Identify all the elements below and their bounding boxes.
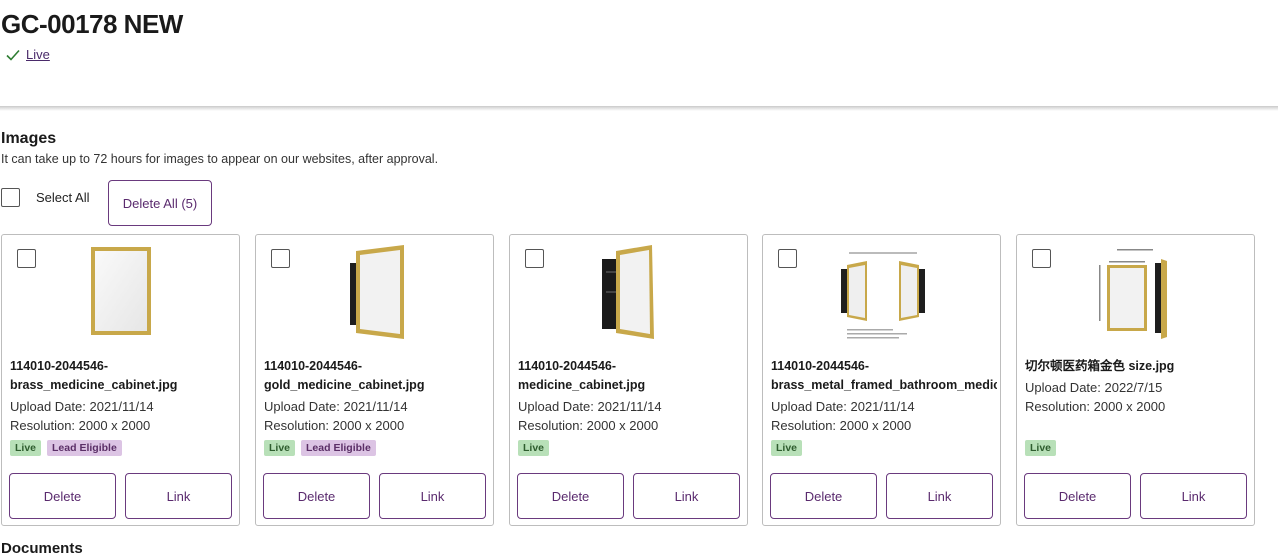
upload-date: Upload Date: 2021/11/14 (10, 399, 154, 414)
link-button[interactable]: Link (379, 473, 486, 519)
documents-section-title: Documents (1, 540, 83, 557)
medicine-cabinet-front-icon (91, 247, 151, 335)
file-name-line-1: 114010-2044546- (518, 359, 617, 373)
select-all-label: Select All (36, 190, 90, 205)
delete-button[interactable]: Delete (263, 473, 370, 519)
delete-all-button[interactable]: Delete All (5) (108, 180, 212, 226)
link-button[interactable]: Link (1140, 473, 1247, 519)
badge-row: Live (1025, 440, 1057, 456)
medicine-cabinet-diagram-icon (841, 252, 925, 339)
file-name-line-1: 114010-2044546- (10, 359, 109, 373)
file-name-line-1: 切尔顿医药箱金色 size.jpg (1025, 359, 1175, 373)
link-button[interactable]: Link (633, 473, 740, 519)
file-name-line-2: gold_medicine_cabinet.jpg (264, 378, 425, 392)
file-name-line-1: 114010-2044546- (771, 359, 870, 373)
link-button[interactable]: Link (886, 473, 993, 519)
image-card: 114010-2044546- brass_medicine_cabinet.j… (1, 234, 240, 526)
images-section-title: Images (1, 130, 57, 147)
image-file-name: 114010-2044546- brass_medicine_cabinet.j… (10, 357, 236, 395)
file-name-line-1: 114010-2044546- (264, 359, 363, 373)
upload-date: Upload Date: 2022/7/15 (1025, 380, 1163, 395)
lead-eligible-badge: Lead Eligible (47, 440, 122, 456)
file-name-line-2: medicine_cabinet.jpg (518, 378, 646, 392)
check-icon (6, 49, 20, 61)
resolution: Resolution: 2000 x 2000 (264, 418, 405, 433)
header-divider (0, 106, 1278, 111)
image-card: 切尔顿医药箱金色 size.jpg Upload Date: 2022/7/15… (1016, 234, 1255, 526)
link-button[interactable]: Link (125, 473, 232, 519)
select-all-checkbox[interactable] (1, 188, 20, 207)
image-file-name: 114010-2044546- brass_metal_framed_bathr… (771, 357, 997, 395)
image-card: 114010-2044546- brass_metal_framed_bathr… (762, 234, 1001, 526)
file-name-line-2: brass_metal_framed_bathroom_medic (771, 378, 997, 392)
image-file-name: 114010-2044546- gold_medicine_cabinet.jp… (264, 357, 490, 395)
upload-date: Upload Date: 2021/11/14 (264, 399, 408, 414)
live-badge: Live (264, 440, 296, 456)
resolution: Resolution: 2000 x 2000 (518, 418, 659, 433)
live-status-link[interactable]: Live (26, 47, 50, 62)
badge-row: Live (771, 440, 803, 456)
upload-date: Upload Date: 2021/11/14 (518, 399, 662, 414)
file-name-line-2: brass_medicine_cabinet.jpg (10, 378, 178, 392)
resolution: Resolution: 2000 x 2000 (1025, 399, 1166, 414)
page-title: GC-00178 NEW (1, 9, 183, 39)
lead-eligible-badge: Lead Eligible (301, 440, 376, 456)
medicine-cabinet-open-icon (602, 245, 654, 339)
upload-date: Upload Date: 2021/11/14 (771, 399, 915, 414)
status-row: Live (6, 47, 50, 62)
image-file-name: 114010-2044546- medicine_cabinet.jpg (518, 357, 744, 395)
images-section-description: It can take up to 72 hours for images to… (1, 152, 439, 166)
delete-button[interactable]: Delete (1024, 473, 1131, 519)
medicine-cabinet-open-icon (350, 245, 404, 339)
delete-button[interactable]: Delete (9, 473, 116, 519)
live-badge: Live (1025, 440, 1057, 456)
card-checkbox[interactable] (525, 249, 544, 268)
image-file-name: 切尔顿医药箱金色 size.jpg (1025, 357, 1251, 376)
badge-row: Live (518, 440, 550, 456)
card-checkbox[interactable] (778, 249, 797, 268)
card-checkbox[interactable] (17, 249, 36, 268)
resolution: Resolution: 2000 x 2000 (771, 418, 912, 433)
image-card: 114010-2044546- gold_medicine_cabinet.jp… (255, 234, 494, 526)
live-badge: Live (518, 440, 550, 456)
medicine-cabinet-dimensions-icon (1099, 249, 1167, 339)
delete-button[interactable]: Delete (770, 473, 877, 519)
delete-button[interactable]: Delete (517, 473, 624, 519)
live-badge: Live (771, 440, 803, 456)
live-badge: Live (10, 440, 42, 456)
badge-row: Live Lead Eligible (10, 440, 122, 456)
image-card: 114010-2044546- medicine_cabinet.jpg Upl… (509, 234, 748, 526)
resolution: Resolution: 2000 x 2000 (10, 418, 151, 433)
badge-row: Live Lead Eligible (264, 440, 376, 456)
card-checkbox[interactable] (1032, 249, 1051, 268)
card-checkbox[interactable] (271, 249, 290, 268)
